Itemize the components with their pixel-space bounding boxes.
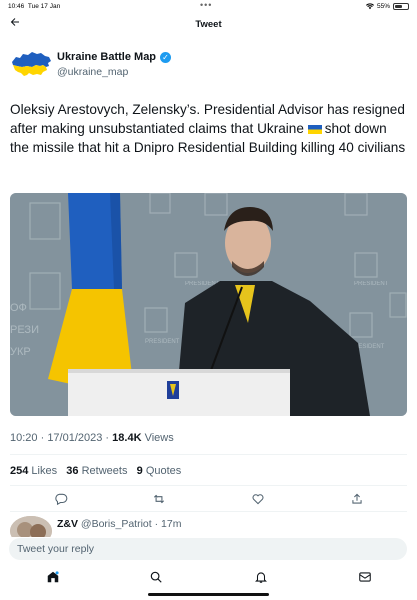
- svg-text:РЕЗИ: РЕЗИ: [10, 324, 39, 336]
- tweet-text: Oleksiy Arestovych, Zelensky’s. Presiden…: [10, 102, 406, 155]
- svg-text:УКР: УКР: [10, 346, 31, 358]
- retweet-icon[interactable]: [152, 492, 166, 506]
- bottom-tab-bar: [0, 566, 417, 588]
- divider: [10, 511, 407, 512]
- reply-author-handle[interactable]: @Boris_Patriot: [81, 518, 152, 530]
- status-time: 10:46 Tue 17 Jan: [8, 3, 61, 10]
- multitasking-dots[interactable]: •••: [200, 0, 212, 10]
- search-icon[interactable]: [149, 570, 163, 584]
- share-icon[interactable]: [350, 492, 364, 506]
- divider: [10, 485, 407, 486]
- svg-text:PRESIDENT: PRESIDENT: [145, 339, 180, 345]
- status-right: 55%: [365, 3, 409, 10]
- tweet-author[interactable]: Ukraine Battle Map ✓ @ukraine_map: [10, 48, 400, 82]
- status-bar: 10:46 Tue 17 Jan ••• 55%: [0, 0, 417, 14]
- svg-text:PRESIDENT: PRESIDENT: [354, 281, 389, 287]
- ukraine-flag-icon: [307, 125, 322, 134]
- tweet-header: Tweet: [0, 14, 417, 38]
- tweet-actions: [0, 492, 417, 510]
- reply-time: 17m: [161, 518, 182, 530]
- reply-input[interactable]: Tweet your reply: [9, 538, 407, 560]
- divider: [10, 454, 407, 455]
- reply-author-name[interactable]: Z&V: [57, 518, 78, 530]
- tweet-photo-image: PRESIDENT PRESIDENT PRESIDENTPRESIDENT ОФ…: [10, 193, 407, 416]
- avatar[interactable]: [10, 48, 52, 78]
- tweet-photo[interactable]: PRESIDENT PRESIDENT PRESIDENT PRESIDENT ОФ…: [10, 193, 407, 416]
- quotes-stat[interactable]: 9 Quotes: [137, 465, 182, 477]
- reply-author-line: Z&V @Boris_Patriot · 17m: [57, 518, 182, 530]
- home-icon[interactable]: [46, 570, 60, 584]
- battery-icon: [393, 3, 409, 10]
- wifi-icon: [365, 3, 374, 10]
- verified-badge-icon: ✓: [160, 51, 172, 63]
- like-icon[interactable]: [251, 492, 265, 506]
- page-title: Tweet: [195, 19, 222, 30]
- tweet-stats: 254 Likes 36 Retweets 9 Quotes: [10, 465, 181, 477]
- battery-percent: 55%: [376, 3, 390, 10]
- reply-preview[interactable]: Z&V @Boris_Patriot · 17m: [10, 513, 407, 537]
- author-name[interactable]: Ukraine Battle Map ✓: [57, 51, 172, 63]
- reply-icon[interactable]: [54, 492, 68, 506]
- home-indicator[interactable]: [148, 593, 269, 596]
- retweets-stat[interactable]: 36 Retweets: [66, 465, 127, 477]
- likes-stat[interactable]: 254 Likes: [10, 465, 57, 477]
- notifications-icon[interactable]: [254, 570, 268, 584]
- reply-avatar[interactable]: [10, 516, 52, 537]
- tweet-timestamp: 10:20 · 17/01/2023 · 18.4K Views: [10, 432, 174, 444]
- svg-text:ОФ: ОФ: [10, 302, 27, 314]
- views-count: 18.4K: [112, 432, 142, 444]
- author-handle[interactable]: @ukraine_map: [57, 66, 128, 78]
- messages-icon[interactable]: [358, 570, 372, 584]
